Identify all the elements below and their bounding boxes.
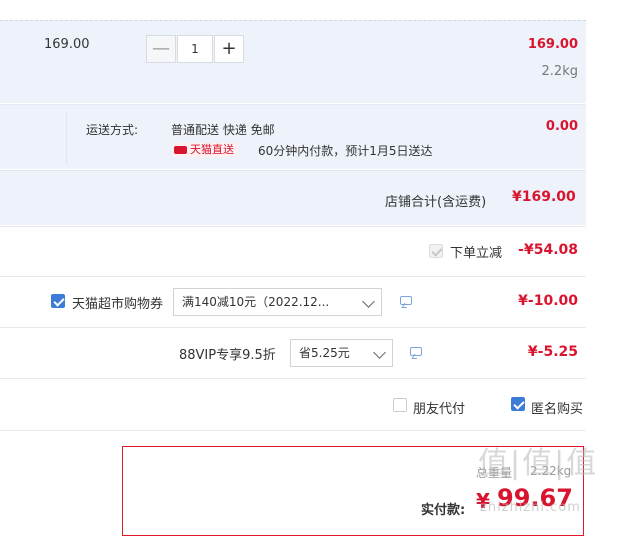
- chevron-down-icon: [373, 346, 386, 359]
- vip-value: ¥-5.25: [527, 344, 578, 360]
- unit-price: 169.00: [44, 37, 90, 52]
- subtotal-label: 店铺合计(含运费): [385, 195, 487, 210]
- coupon-checkbox[interactable]: [51, 294, 65, 308]
- tmall-direct-badge: 天猫直送: [172, 143, 238, 157]
- divider: [0, 430, 586, 431]
- shipping-method[interactable]: 普通配送 快递 免邮: [171, 121, 275, 138]
- friend-pay-label[interactable]: 朋友代付: [413, 398, 465, 417]
- item-weight: 2.2kg: [541, 64, 578, 79]
- subtotal-row: [0, 170, 586, 225]
- instant-discount-checkbox: [429, 244, 443, 258]
- instant-discount-label: 下单立减: [450, 246, 503, 261]
- divider: [0, 327, 586, 328]
- chevron-down-icon: [362, 295, 375, 308]
- item-row: [0, 20, 586, 103]
- quantity-decrement-button[interactable]: —: [146, 35, 176, 63]
- coupon-select[interactable]: 满140减10元（2022.12...: [173, 288, 382, 316]
- friend-pay-checkbox[interactable]: [393, 398, 407, 412]
- anonymous-label[interactable]: 匿名购买: [531, 398, 583, 417]
- delivery-note: 60分钟内付款，预计1月5日送达: [258, 144, 433, 158]
- shipping-divider: [66, 112, 67, 164]
- chat-icon[interactable]: [400, 296, 412, 305]
- coupon-value: ¥-10.00: [518, 293, 578, 309]
- watermark-logo: 值|值|值: [478, 446, 599, 481]
- instant-discount-value: -¥54.08: [518, 242, 578, 258]
- watermark-url: zhizhizhi.com: [480, 500, 581, 515]
- anonymous-checkbox[interactable]: [511, 397, 525, 411]
- subtotal-value: ¥169.00: [512, 189, 576, 205]
- shipping-label: 运送方式:: [86, 123, 139, 137]
- vip-select[interactable]: 省5.25元: [290, 339, 393, 367]
- quantity-increment-button[interactable]: +: [214, 35, 244, 63]
- vip-label: 88VIP专享9.5折: [179, 348, 276, 363]
- coupon-label: 天猫超市购物券: [72, 297, 164, 312]
- vip-select-value: 省5.25元: [299, 346, 350, 360]
- chat-icon[interactable]: [410, 347, 422, 356]
- divider: [0, 378, 586, 379]
- divider: [0, 276, 586, 277]
- pay-label: 实付款:: [421, 503, 466, 518]
- divider: [0, 226, 586, 227]
- quantity-input[interactable]: 1: [177, 35, 213, 63]
- coupon-select-value: 满140减10元（2022.12...: [182, 295, 330, 309]
- line-total: 169.00: [527, 37, 578, 52]
- shipping-fee: 0.00: [545, 119, 578, 134]
